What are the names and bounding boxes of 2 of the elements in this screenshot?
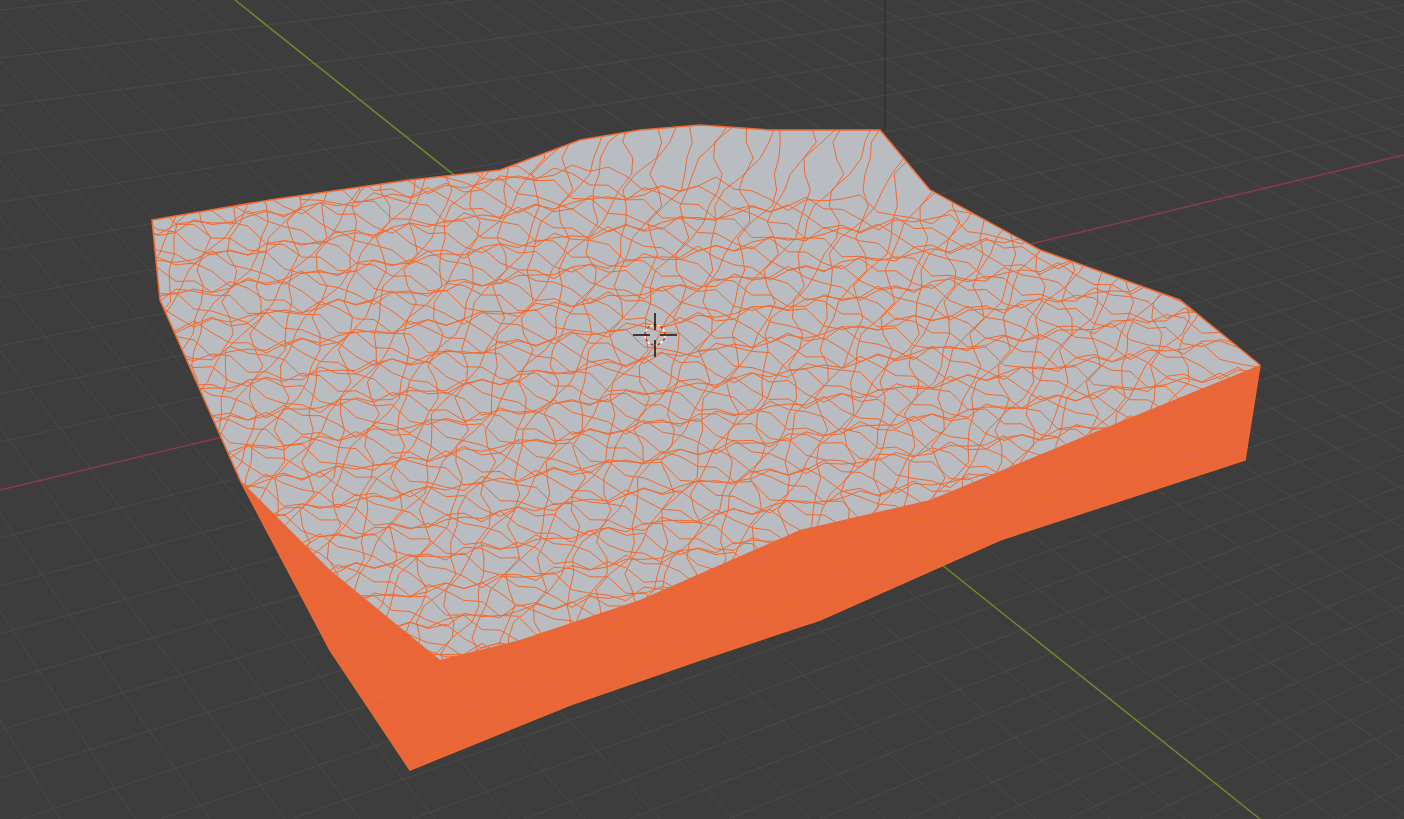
terrain-mesh-drawing[interactable]	[151, 124, 1261, 771]
3d-cursor-icon[interactable]	[632, 312, 678, 358]
